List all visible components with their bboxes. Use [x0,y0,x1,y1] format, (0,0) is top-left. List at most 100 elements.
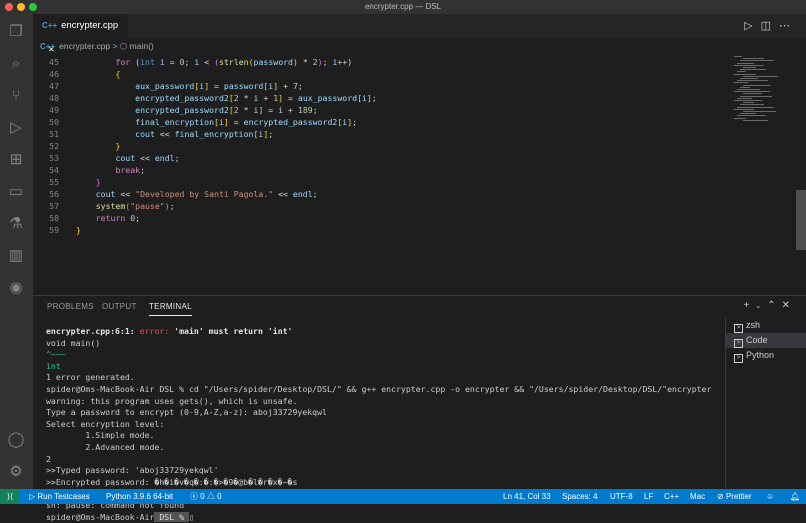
code-token: = [229,117,244,127]
cursor-position[interactable]: Ln 41, Col 33 [503,489,551,504]
chevron-down-icon[interactable]: ⌄ [755,303,767,310]
code-line[interactable]: encrypted_password2[2 * i + 1] = aux_pas… [76,92,377,104]
close-window-button[interactable] [5,3,13,11]
code-token: << [155,129,175,139]
code-line[interactable]: } [76,224,81,236]
testing-icon[interactable]: ⚗ [6,214,26,234]
code-line[interactable]: aux_password[i] = password[i] + 7; [76,80,303,92]
encoding[interactable]: UTF-8 [610,489,633,504]
more-actions-icon[interactable]: ⋯ [779,20,798,32]
code-line[interactable]: encrypted_password2[2 * i] = i + 189; [76,104,318,116]
activity-bar: ❐ ⌕ ⑂ ▷ ⊞ ▭ ⚗ ▥ ◉ ◯ ⚙ [0,14,33,489]
maximize-panel-icon[interactable]: ⌃ [767,300,781,311]
editor-scrollbar[interactable] [796,190,806,250]
breadcrumb-file[interactable]: encrypter.cpp [59,41,110,51]
tab-output[interactable]: OUTPUT [102,302,137,311]
terminal-line: 2.Advanced mode. [46,442,726,454]
minimap-line [740,104,764,105]
line-number: 53 [33,152,59,164]
code-token: endl [293,189,313,199]
account-icon[interactable]: ◯ [6,430,26,450]
split-editor-icon[interactable]: ◫ [761,20,779,32]
code-line[interactable]: break; [76,164,145,176]
platform[interactable]: Mac [690,489,705,504]
run-icon[interactable]: ▷ [744,20,760,32]
code-line[interactable]: } [76,176,101,188]
feedback-icon[interactable]: ☺ [766,489,774,504]
minimap[interactable] [730,56,780,126]
code-line[interactable]: final_encryption[i] = encrypted_password… [76,116,357,128]
status-bar: ⟩⟨ ▷ Run Testcases Python 3.9.6 64-bit ⓧ… [0,489,806,504]
github-icon[interactable]: ◉ [6,278,26,298]
run-testcases-button[interactable]: ▷ Run Testcases [29,489,90,504]
settings-gear-icon[interactable]: ⚙ [6,462,26,482]
breadcrumb: C++encrypter.cpp > ⬡ main() [40,38,154,54]
tab-encrypter-cpp[interactable]: C++encrypter.cpp ✕ [33,14,128,38]
code-token: encrypted_password2 [135,93,229,103]
code-token: ( [130,57,140,67]
terminal-line: 2 [46,454,726,466]
new-terminal-icon[interactable]: + [744,300,756,311]
code-line[interactable]: cout << "Developed by Santi Pagola." << … [76,188,318,200]
tab-problems[interactable]: PROBLEMS [47,302,94,311]
terminal-line: Select encryption level: [46,419,726,431]
terminal-item-python[interactable]: >Python [726,348,806,363]
terminal-item-code[interactable]: >Code [726,333,806,348]
code-line[interactable]: } [76,140,120,152]
terminal-text: 1.Simple mode. [46,430,154,440]
notifications-bell-icon[interactable]: 🔔︎ [790,489,800,504]
code-line[interactable]: cout << final_encryption[i]; [76,128,273,140]
terminal-item-zsh[interactable]: >zsh [726,318,806,333]
run-debug-icon[interactable]: ▷ [6,118,26,138]
code-line[interactable]: { [76,68,120,80]
search-icon[interactable]: ⌕ [6,54,26,74]
code-token [76,105,135,115]
terminal-text: Select encryption level: [46,419,164,429]
end-of-line[interactable]: LF [644,489,653,504]
breadcrumb-symbol[interactable]: main() [130,41,154,51]
code-token [76,153,115,163]
code-token: ; [135,213,140,223]
code-token: strlen [219,57,249,67]
minimap-line [734,118,746,119]
problems-indicator[interactable]: ⓧ 0 △ 0 [190,489,222,504]
minimize-window-button[interactable] [17,3,25,11]
editor-tab-bar: C++encrypter.cpp ✕ ▷◫⋯ [33,14,806,38]
maximize-window-button[interactable] [29,3,37,11]
code-line[interactable]: for (int i = 0; i < (strlen(password) * … [76,56,352,68]
line-number: 55 [33,176,59,188]
code-token: * [298,57,313,67]
prettier-status[interactable]: ⊘ Prettier [717,489,752,504]
terminal-line: 1.Simple mode. [46,430,726,442]
code-token: ; [313,189,318,199]
code-token: } [76,225,81,235]
code-token: cout [96,189,116,199]
code-line[interactable]: system("pause"); [76,200,175,212]
charts-icon[interactable]: ▥ [6,246,26,266]
extensions-icon[interactable]: ⊞ [6,150,26,170]
code-token: system [96,201,126,211]
remote-explorer-icon[interactable]: ▭ [6,182,26,202]
indentation[interactable]: Spaces: 4 [562,489,598,504]
line-number: 59 [33,224,59,236]
code-token: + [278,81,293,91]
python-interpreter[interactable]: Python 3.9.6 64-bit [106,489,173,504]
code-token: = [209,81,224,91]
code-editor[interactable]: 45 for (int i = 0; i < (strlen(password)… [33,56,793,292]
line-number: 50 [33,116,59,128]
tab-terminal[interactable]: TERMINAL [149,302,192,316]
code-line[interactable]: return 0; [76,212,140,224]
code-token [76,165,115,175]
terminal-line: void main() [46,338,726,350]
source-control-icon[interactable]: ⑂ [6,86,26,106]
warning-count: 0 [217,492,221,501]
run-testcases-label: Run Testcases [37,492,89,501]
explorer-icon[interactable]: ❐ [6,22,26,42]
line-number: 46 [33,68,59,80]
remote-indicator-icon[interactable]: ⟩⟨ [0,489,20,504]
minimap-line [740,96,772,97]
minimap-line [743,85,770,86]
code-line[interactable]: cout << endl; [76,152,180,164]
language-mode[interactable]: C++ [664,489,679,504]
close-panel-icon[interactable]: ✕ [782,300,796,311]
